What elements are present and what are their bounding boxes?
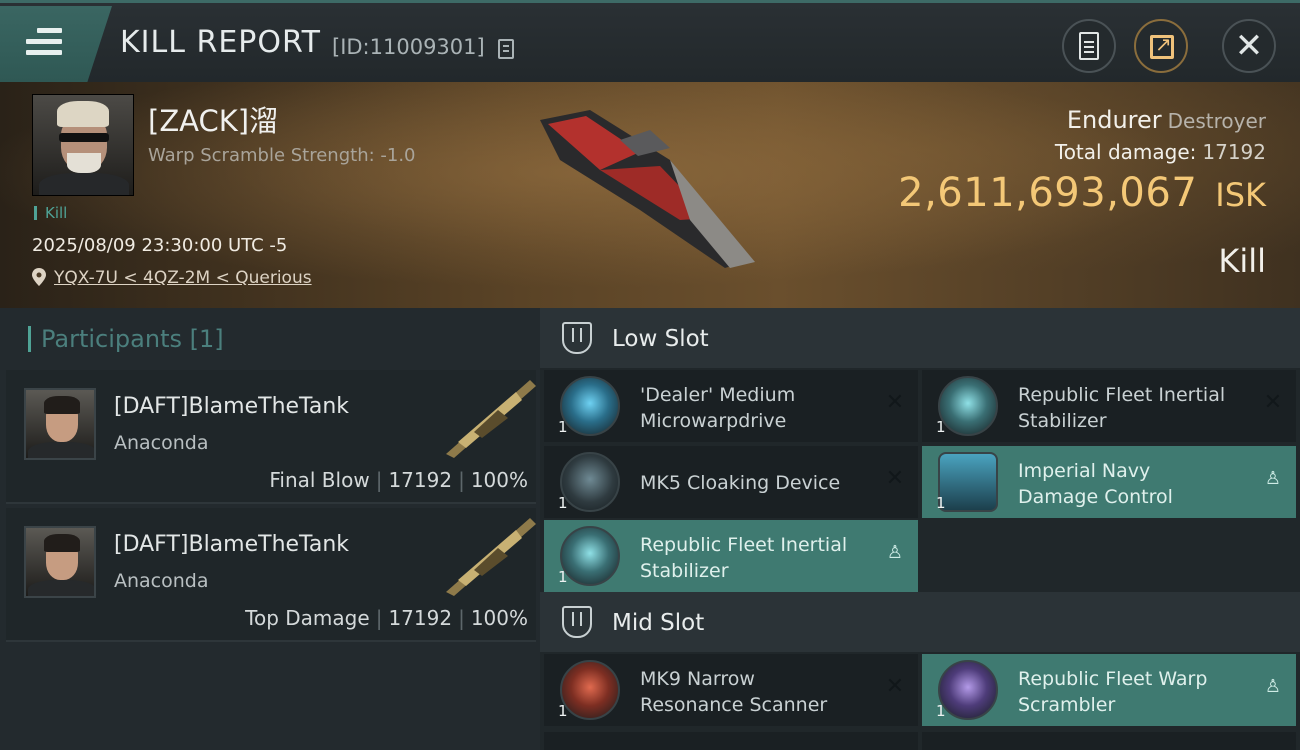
mid-slot-header: Mid Slot	[540, 592, 1300, 652]
isk-unit: ISK	[1215, 176, 1266, 214]
menu-button[interactable]	[0, 6, 112, 82]
module-name: Imperial Navy Damage Control	[1018, 460, 1173, 508]
inertial-stabilizer-icon	[560, 526, 620, 586]
participant-ship-image	[446, 380, 536, 458]
clipboard-button[interactable]	[1062, 19, 1116, 73]
share-icon	[1150, 32, 1174, 59]
module-name: MK5 Cloaking Device	[640, 472, 841, 494]
participant-stats: Final Blow | 17192 | 100%	[269, 468, 528, 492]
module-name: MK9 Narrow Resonance Scanner	[640, 668, 828, 716]
report-id: [ID:11009301]	[332, 35, 485, 59]
module-item[interactable]: 1 MK9 Narrow Resonance Scanner ✕	[544, 654, 918, 726]
module-item[interactable]: 1 Imperial Navy Damage Control ♙	[922, 446, 1296, 518]
kill-timestamp: 2025/08/09 23:30:00 UTC -5	[32, 235, 288, 256]
participant-percent: 100%	[470, 606, 528, 630]
module-quantity: 1	[936, 418, 946, 436]
participant-role: Final Blow	[269, 468, 370, 492]
total-damage-value: 17192	[1202, 140, 1266, 164]
fitting-panel: Low Slot 1 'Dealer' Medium Microwarpdrive…	[540, 308, 1300, 750]
ship-type: Endurer Destroyer	[1067, 106, 1266, 134]
low-slot-header: Low Slot	[540, 308, 1300, 368]
participant-ship-image	[446, 518, 536, 596]
victim-name[interactable]: [ZACK]溜	[148, 98, 278, 140]
participant-percent: 100%	[470, 468, 528, 492]
hamburger-menu-icon	[26, 28, 62, 58]
kill-tag: Kill	[34, 206, 67, 221]
inertial-stabilizer-icon	[938, 376, 998, 436]
module-quantity: 1	[558, 494, 568, 512]
mid-slot-icon	[562, 606, 592, 638]
module-quantity: 1	[558, 702, 568, 720]
total-damage-label: Total damage:	[1054, 140, 1197, 164]
module-quantity: 1	[936, 494, 946, 512]
destroyed-icon: ✕	[885, 466, 905, 491]
module-item[interactable]: 1 MK5 Cloaking Device ✕	[544, 446, 918, 518]
participant-ship: Anaconda	[114, 432, 209, 454]
victim-banner: [ZACK]溜 Warp Scramble Strength: -1.0 Kil…	[0, 82, 1300, 308]
destroyed-icon: ✕	[885, 674, 905, 699]
module-item-partial[interactable]	[922, 732, 1296, 750]
participant-row[interactable]: [DAFT]BlameTheTank Anaconda Final Blow | 1…	[6, 370, 536, 504]
header-bar: KILL REPORT [ID:11009301] ✕	[0, 0, 1300, 82]
clipboard-icon	[1079, 32, 1099, 60]
isk-value: 2,611,693,067	[898, 170, 1198, 216]
page-title: KILL REPORT	[120, 25, 321, 60]
module-name: Republic Fleet Inertial Stabilizer	[1018, 384, 1226, 432]
participant-ship: Anaconda	[114, 570, 209, 592]
participant-portrait[interactable]	[24, 526, 96, 598]
dropped-icon: ♙	[1264, 676, 1282, 697]
copy-icon[interactable]	[498, 39, 514, 59]
location-pin-icon	[32, 268, 46, 286]
module-item-partial[interactable]	[544, 732, 918, 750]
module-name: 'Dealer' Medium Microwarpdrive	[640, 384, 796, 432]
cloaking-device-icon	[560, 452, 620, 512]
destroyed-icon: ✕	[1263, 390, 1283, 415]
module-name: Republic Fleet Warp Scrambler	[1018, 668, 1208, 716]
isk-value-row: 2,611,693,067 ISK	[898, 170, 1266, 216]
warp-scrambler-icon	[938, 660, 998, 720]
module-quantity: 1	[558, 568, 568, 586]
participant-damage: 17192	[388, 468, 453, 492]
location-link[interactable]: YQX-7U < 4QZ-2M < Querious	[54, 268, 312, 288]
participant-name: [DAFT]BlameTheTank	[114, 394, 350, 419]
module-item[interactable]: 1 Republic Fleet Inertial Stabilizer ♙	[544, 520, 918, 592]
low-slot-icon	[562, 322, 592, 354]
ship-class: Destroyer	[1167, 109, 1266, 133]
close-icon: ✕	[1234, 26, 1264, 66]
module-name: Republic Fleet Inertial Stabilizer	[640, 534, 848, 582]
victim-portrait[interactable]	[32, 94, 134, 196]
dropped-icon: ♙	[886, 542, 904, 563]
participants-count: [1]	[189, 325, 224, 353]
participant-stats: Top Damage | 17192 | 100%	[245, 606, 528, 630]
close-button[interactable]: ✕	[1222, 19, 1276, 73]
participant-damage: 17192	[388, 606, 453, 630]
ship-name[interactable]: Endurer	[1067, 106, 1162, 134]
participants-header: Participants [1]	[28, 326, 224, 352]
participant-name: [DAFT]BlameTheTank	[114, 532, 350, 557]
module-item[interactable]: 1 Republic Fleet Warp Scrambler ♙	[922, 654, 1296, 726]
resonance-scanner-icon	[560, 660, 620, 720]
damage-control-icon	[938, 452, 998, 512]
share-button[interactable]	[1134, 19, 1188, 73]
total-damage: Total damage: 17192	[1055, 140, 1266, 164]
victim-ship-image	[540, 110, 755, 268]
warp-scramble-strength: Warp Scramble Strength: -1.0	[148, 145, 416, 166]
participant-row[interactable]: [DAFT]BlameTheTank Anaconda Top Damage | 1…	[6, 508, 536, 642]
result-label: Kill	[1218, 242, 1266, 280]
participants-label: Participants	[41, 325, 182, 353]
module-item[interactable]: 1 'Dealer' Medium Microwarpdrive ✕	[544, 370, 918, 442]
low-slot-title: Low Slot	[612, 326, 709, 352]
module-quantity: 1	[558, 418, 568, 436]
microwarpdrive-icon	[560, 376, 620, 436]
module-item[interactable]: 1 Republic Fleet Inertial Stabilizer ✕	[922, 370, 1296, 442]
module-quantity: 1	[936, 702, 946, 720]
participants-panel: Participants [1] [DAFT]BlameTheTank Anac…	[0, 308, 540, 750]
participant-role: Top Damage	[245, 606, 370, 630]
mid-slot-title: Mid Slot	[612, 610, 705, 636]
participant-portrait[interactable]	[24, 388, 96, 460]
dropped-icon: ♙	[1264, 468, 1282, 489]
destroyed-icon: ✕	[885, 390, 905, 415]
